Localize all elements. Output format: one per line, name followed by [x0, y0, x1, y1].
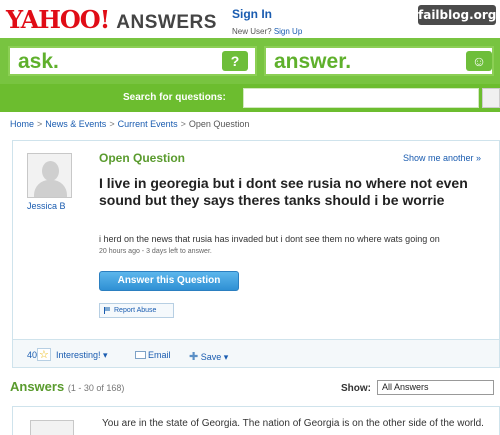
asker-name[interactable]: Jessica B — [27, 201, 66, 211]
breadcrumb-current-page: Open Question — [188, 119, 250, 129]
ask-answer-bar: ask. ? answer. ☺ — [0, 38, 500, 84]
search-bar: Search for questions: — [0, 84, 500, 112]
interesting-star-box[interactable]: ☆ — [37, 348, 51, 361]
interesting-label: Interesting! — [56, 350, 101, 360]
email-icon — [135, 351, 146, 359]
flag-icon — [104, 307, 111, 314]
new-user-label: New User? — [232, 27, 272, 36]
save-button[interactable]: ✚ Save ▾ — [189, 350, 228, 363]
interesting-count: 40 — [27, 350, 38, 360]
breadcrumb-separator-icon: > — [109, 119, 115, 129]
chevron-down-icon: ▾ — [223, 352, 229, 362]
interesting-button[interactable]: Interesting! ▾ — [56, 350, 108, 361]
answers-header: Answers (1 - 30 of 168) — [10, 379, 124, 394]
avatar-silhouette-icon — [42, 161, 59, 181]
sign-in-area: Sign In New User? Sign Up — [232, 7, 302, 39]
top-bar: YAHOO ! ANSWERS Sign In New User? Sign U… — [0, 0, 500, 38]
breadcrumb-home[interactable]: Home — [10, 119, 34, 129]
star-icon: ☆ — [39, 349, 49, 361]
asker-avatar[interactable] — [27, 153, 72, 198]
email-button[interactable]: Email — [135, 350, 171, 360]
breadcrumb-current-events[interactable]: Current Events — [118, 119, 178, 129]
answer-label: answer. — [274, 50, 352, 73]
sign-up-link[interactable]: Sign Up — [274, 27, 302, 36]
smiley-bubble-icon: ☺ — [466, 51, 492, 71]
answerer-avatar[interactable] — [30, 420, 74, 435]
logo-answers-text: ANSWERS — [116, 12, 217, 33]
report-abuse-label: Report Abuse — [114, 307, 157, 314]
chevron-down-icon: ▾ — [103, 350, 108, 360]
ask-label: ask. — [18, 50, 59, 73]
failblog-watermark: failblog.org — [418, 5, 496, 25]
sign-in-link[interactable]: Sign In — [232, 7, 302, 21]
save-plus-icon: ✚ — [189, 351, 199, 363]
breadcrumb-separator-icon: > — [37, 119, 43, 129]
search-button[interactable] — [482, 88, 500, 108]
new-user-text: New User? Sign Up — [232, 27, 302, 36]
breadcrumb-separator-icon: > — [180, 119, 186, 129]
search-label: Search for questions: — [123, 92, 226, 103]
search-input[interactable] — [243, 88, 479, 108]
breadcrumb-news-events[interactable]: News & Events — [45, 119, 106, 129]
show-filter-label: Show: — [341, 383, 371, 394]
show-another-link[interactable]: Show me another » — [403, 153, 481, 163]
avatar-silhouette-body — [34, 180, 67, 197]
answer-box[interactable]: answer. ☺ — [264, 46, 494, 76]
answer-question-button[interactable]: Answer this Question — [99, 271, 239, 291]
ask-box[interactable]: ask. ? — [8, 46, 257, 76]
question-title: I live in georegia but i dont see rusia … — [99, 175, 468, 208]
question-status: Open Question — [99, 151, 186, 165]
save-label: Save — [200, 352, 222, 362]
logo-exclamation: ! — [99, 5, 111, 34]
question-details: i herd on the news that rusia has invade… — [99, 234, 440, 244]
answers-range: (1 - 30 of 168) — [67, 383, 125, 393]
show-filter-select[interactable]: All Answers — [377, 380, 494, 395]
email-label: Email — [148, 350, 171, 360]
question-bubble-icon: ? — [222, 51, 248, 71]
breadcrumb: Home > News & Events > Current Events > Open Q… — [10, 119, 249, 129]
answer-text: You are in the state of Georgia. The nat… — [102, 418, 484, 429]
logo-yahoo-text: YAHOO — [6, 5, 101, 34]
question-meta: 20 hours ago - 3 days left to answer. — [99, 248, 212, 255]
report-abuse-button[interactable]: Report Abuse — [99, 303, 174, 318]
answers-title: Answers — [10, 379, 65, 394]
yahoo-answers-logo[interactable]: YAHOO ! ANSWERS — [6, 5, 217, 34]
